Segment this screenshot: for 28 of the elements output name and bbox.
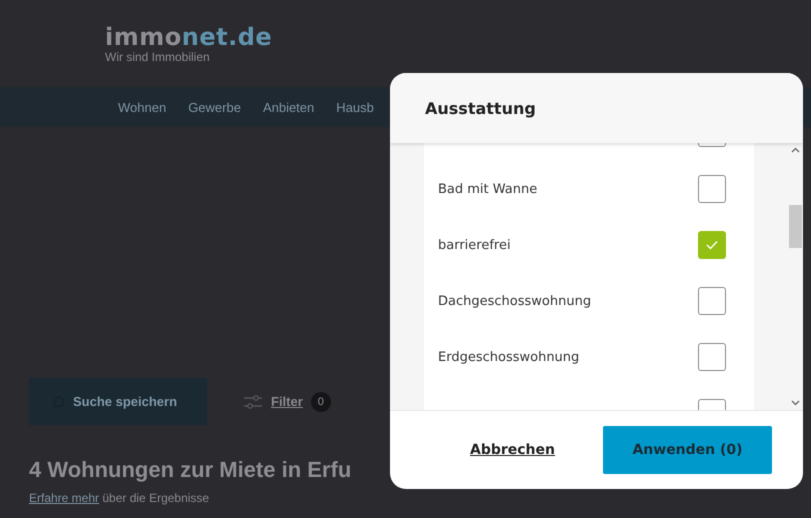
checkbox[interactable] <box>698 343 726 371</box>
checkbox[interactable] <box>698 175 726 203</box>
filter-link[interactable]: Filter <box>271 394 303 409</box>
filter-count-badge: 0 <box>310 392 331 412</box>
option-label: Dachgeschosswohnung <box>438 294 592 308</box>
results-heading: 4 Wohnungen zur Miete in Erfu <box>29 456 352 484</box>
dialog-title: Ausstattung <box>425 98 536 118</box>
nav-link[interactable]: Anbieten <box>262 100 314 114</box>
option-label: barrierefrei <box>438 238 511 252</box>
option-label: Bad mit Wanne <box>438 182 538 196</box>
nav-link[interactable]: Gewerbe <box>188 100 241 114</box>
scroll-down-icon[interactable] <box>791 400 800 406</box>
learn-more-link[interactable]: Erfahre mehr <box>29 491 100 505</box>
sliders-icon <box>243 394 263 410</box>
results-text: über die Ergebnisse <box>101 491 210 505</box>
checkbox[interactable] <box>698 287 726 315</box>
nav-link[interactable]: Wohnen <box>118 100 166 114</box>
checkmark-icon <box>705 240 719 250</box>
tagline: Wir sind Immobilien <box>105 50 211 64</box>
apply-button[interactable]: Anwenden (0) <box>603 426 772 474</box>
nav-link[interactable]: Hausb <box>336 100 374 114</box>
option-label: Erdgeschosswohnung <box>438 350 580 364</box>
cancel-link[interactable]: Abbrechen <box>450 442 575 458</box>
save-search-button[interactable]: Suche speichern <box>29 378 207 425</box>
scrollbar-thumb[interactable] <box>789 205 802 248</box>
checkbox[interactable] <box>698 231 726 259</box>
logo[interactable]: immonet.de <box>105 24 272 50</box>
scroll-up-icon[interactable] <box>791 147 800 153</box>
